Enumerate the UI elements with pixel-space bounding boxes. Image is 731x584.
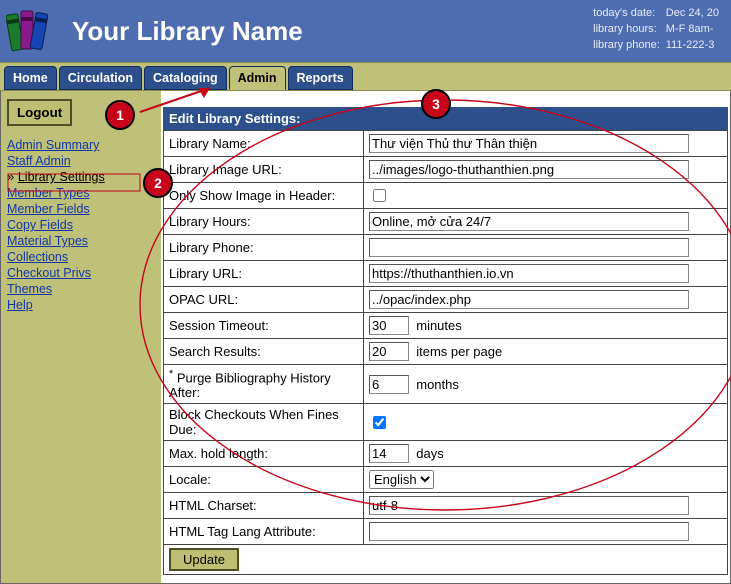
admin-nav: Admin Summary Staff Admin Library Settin… [7,137,155,312]
select-locale[interactable]: English [369,470,434,489]
label-only-image: Only Show Image in Header: [164,183,364,209]
input-phone[interactable] [369,238,689,257]
books-logo-icon [6,7,58,55]
unit-minutes: minutes [416,318,462,333]
input-opac-url[interactable] [369,290,689,309]
label-phone: Library Phone: [164,235,364,261]
sidebar-item-staff-admin[interactable]: Staff Admin [7,154,71,168]
sidebar-item-checkout-privs[interactable]: Checkout Privs [7,266,91,280]
label-session-timeout: Session Timeout: [164,313,364,339]
label-hours: Library Hours: [164,209,364,235]
unit-items-per-page: items per page [416,344,502,359]
checkbox-block-checkouts[interactable] [373,416,386,429]
sidebar-item-themes[interactable]: Themes [7,282,52,296]
label-purge: * Purge Bibliography History After: [164,365,364,404]
input-lang-attr[interactable] [369,522,689,541]
sidebar-item-material-types[interactable]: Material Types [7,234,88,248]
label-charset: HTML Charset: [164,493,364,519]
label-url: Library URL: [164,261,364,287]
tab-home[interactable]: Home [4,66,57,90]
logout-button[interactable]: Logout [7,99,72,126]
tab-circulation[interactable]: Circulation [59,66,142,90]
form-heading: Edit Library Settings: [163,107,728,130]
label-library-name: Library Name: [164,131,364,157]
checkbox-only-image[interactable] [373,189,386,202]
banner: Your Library Name today's date:Dec 24, 2… [0,0,731,62]
sidebar-item-member-fields[interactable]: Member Fields [7,202,90,216]
input-image-url[interactable] [369,160,689,179]
label-max-hold: Max. hold length: [164,441,364,467]
sidebar-item-member-types[interactable]: Member Types [7,186,89,200]
tab-reports[interactable]: Reports [288,66,353,90]
main-content: Edit Library Settings: Library Name: Lib… [161,91,730,583]
input-url[interactable] [369,264,689,283]
sidebar: Logout Admin Summary Staff Admin Library… [1,91,161,583]
input-max-hold[interactable] [369,444,409,463]
input-hours[interactable] [369,212,689,231]
header-meta: today's date:Dec 24, 20 library hours:M-… [591,4,725,54]
sidebar-item-admin-summary[interactable]: Admin Summary [7,138,99,152]
input-purge[interactable] [369,375,409,394]
update-button[interactable]: Update [169,548,239,571]
label-image-url: Library Image URL: [164,157,364,183]
library-title: Your Library Name [72,16,303,47]
tab-admin[interactable]: Admin [229,66,286,90]
sidebar-item-library-settings[interactable]: Library Settings [18,170,105,184]
tab-cataloging[interactable]: Cataloging [144,66,227,90]
main-tabs: Home Circulation Cataloging Admin Report… [0,62,731,91]
label-opac-url: OPAC URL: [164,287,364,313]
sidebar-item-copy-fields[interactable]: Copy Fields [7,218,73,232]
input-search-results[interactable] [369,342,409,361]
label-block-checkouts: Block Checkouts When Fines Due: [164,404,364,441]
library-settings-form: Library Name: Library Image URL: Only Sh… [163,130,728,575]
sidebar-item-collections[interactable]: Collections [7,250,68,264]
label-search-results: Search Results: [164,339,364,365]
input-library-name[interactable] [369,134,689,153]
input-session-timeout[interactable] [369,316,409,335]
sidebar-item-help[interactable]: Help [7,298,33,312]
input-charset[interactable] [369,496,689,515]
unit-months: months [416,377,459,392]
label-locale: Locale: [164,467,364,493]
unit-days: days [416,446,443,461]
